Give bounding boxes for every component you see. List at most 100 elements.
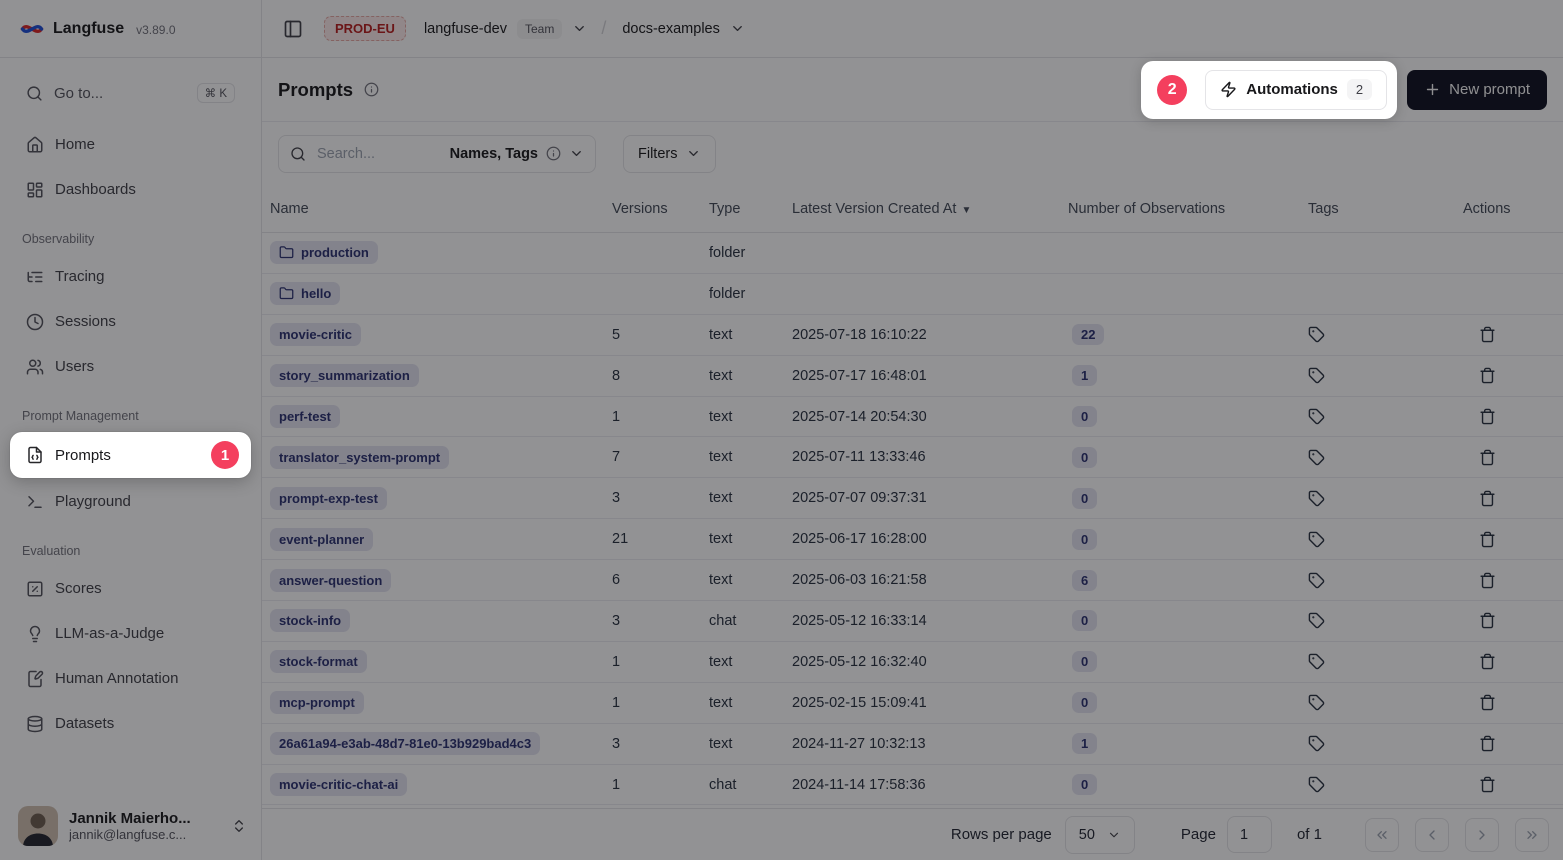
column-header-name[interactable]: Name: [262, 201, 604, 217]
sidebar-item-home[interactable]: Home: [0, 122, 261, 167]
tags-cell: [1300, 490, 1455, 507]
new-prompt-button[interactable]: New prompt: [1407, 70, 1547, 110]
org-name[interactable]: langfuse-dev: [424, 21, 507, 37]
prompt-link[interactable]: answer-question: [270, 569, 391, 592]
sidebar-item-prompts[interactable]: Prompts1: [10, 432, 251, 478]
filters-button[interactable]: Filters: [623, 135, 716, 173]
tag-icon[interactable]: [1308, 490, 1325, 507]
tag-icon[interactable]: [1308, 735, 1325, 752]
created-at-cell: 2025-05-12 16:33:14: [784, 613, 1060, 629]
tag-icon[interactable]: [1308, 612, 1325, 629]
annotation-step-2-badge: 2: [1157, 75, 1187, 105]
tag-icon[interactable]: [1308, 449, 1325, 466]
tag-icon[interactable]: [1308, 653, 1325, 670]
project-name[interactable]: docs-examples: [622, 21, 720, 37]
created-at-cell: 2025-02-15 15:09:41: [784, 695, 1060, 711]
column-header-tags[interactable]: Tags: [1300, 201, 1455, 217]
prompt-link[interactable]: event-planner: [270, 528, 373, 551]
column-header-latest-version-created-at[interactable]: Latest Version Created At▼: [784, 201, 1060, 217]
rows-per-page-select[interactable]: 50: [1065, 816, 1135, 854]
prompt-link[interactable]: perf-test: [270, 405, 340, 428]
page-number-input[interactable]: [1227, 816, 1272, 853]
name-cell: answer-question: [262, 569, 604, 592]
trash-icon[interactable]: [1479, 490, 1496, 507]
trash-icon[interactable]: [1479, 326, 1496, 343]
prompt-link[interactable]: movie-critic: [270, 323, 361, 346]
prompt-link[interactable]: translator_system-prompt: [270, 446, 449, 469]
tag-icon[interactable]: [1308, 408, 1325, 425]
sidebar-item-dashboards[interactable]: Dashboards: [0, 167, 261, 212]
sidebar-toggle-button[interactable]: [278, 14, 308, 44]
trash-icon[interactable]: [1479, 694, 1496, 711]
sidebar-item-llm-as-a-judge[interactable]: LLM-as-a-Judge: [0, 611, 261, 656]
folder-icon: [279, 286, 294, 301]
sidebar-item-playground[interactable]: Playground: [0, 479, 261, 524]
sidebar-item-human-annotation[interactable]: Human Annotation: [0, 656, 261, 701]
name-cell: event-planner: [262, 528, 604, 551]
prompt-link[interactable]: 26a61a94-e3ab-48d7-81e0-13b929bad4c3: [270, 732, 540, 755]
sidebar-item-tracing[interactable]: Tracing: [0, 254, 261, 299]
automations-button[interactable]: Automations 2: [1205, 70, 1387, 110]
trash-icon[interactable]: [1479, 572, 1496, 589]
actions-cell: [1455, 326, 1563, 343]
search-scope-select[interactable]: Names, Tags: [450, 146, 584, 162]
prompt-link[interactable]: stock-info: [270, 609, 350, 632]
automations-count-badge: 2: [1347, 79, 1372, 100]
folder-link[interactable]: production: [270, 241, 378, 264]
search-input[interactable]: [315, 145, 441, 163]
prompt-link[interactable]: story_summarization: [270, 364, 419, 387]
goto-search[interactable]: Go to... ⌘ K: [10, 74, 251, 112]
prompt-link[interactable]: mcp-prompt: [270, 691, 364, 714]
tag-icon[interactable]: [1308, 531, 1325, 548]
environment-badge[interactable]: PROD-EU: [324, 16, 406, 41]
sidebar-item-datasets[interactable]: Datasets: [0, 701, 261, 746]
prompt-name: translator_system-prompt: [279, 450, 440, 465]
prompt-name: answer-question: [279, 573, 382, 588]
sidebar-item-sessions[interactable]: Sessions: [0, 299, 261, 344]
trash-icon[interactable]: [1479, 449, 1496, 466]
info-icon[interactable]: [364, 82, 379, 97]
tag-icon[interactable]: [1308, 367, 1325, 384]
user-email: jannik@langfuse.c...: [69, 827, 220, 842]
prompt-link[interactable]: prompt-exp-test: [270, 487, 387, 510]
trash-icon[interactable]: [1479, 653, 1496, 670]
playground-icon: [26, 493, 44, 511]
brand-row: Langfuse v3.89.0: [0, 0, 261, 58]
sort-desc-indicator: ▼: [961, 205, 971, 216]
trash-icon[interactable]: [1479, 367, 1496, 384]
tag-icon[interactable]: [1308, 572, 1325, 589]
tag-icon[interactable]: [1308, 694, 1325, 711]
tag-icon[interactable]: [1308, 326, 1325, 343]
folder-link[interactable]: hello: [270, 282, 340, 305]
trash-icon[interactable]: [1479, 735, 1496, 752]
user-menu[interactable]: Jannik Maierho... jannik@langfuse.c...: [0, 794, 261, 860]
sidebar-item-scores[interactable]: Scores: [0, 566, 261, 611]
column-header-type[interactable]: Type: [701, 201, 784, 217]
created-at-cell: 2025-07-14 20:54:30: [784, 409, 1060, 425]
prompt-link[interactable]: stock-format: [270, 650, 367, 673]
last-page-button[interactable]: [1515, 818, 1549, 852]
column-header-versions[interactable]: Versions: [604, 201, 701, 217]
next-page-button[interactable]: [1465, 818, 1499, 852]
sidebar-item-users[interactable]: Users: [0, 344, 261, 389]
trash-icon[interactable]: [1479, 531, 1496, 548]
project-chevron-down-icon[interactable]: [730, 21, 745, 36]
versions-cell: 6: [604, 572, 701, 588]
prompt-link[interactable]: movie-critic-chat-ai: [270, 773, 407, 796]
org-chevron-down-icon[interactable]: [572, 21, 587, 36]
name-cell: 26a61a94-e3ab-48d7-81e0-13b929bad4c3: [262, 732, 604, 755]
trash-icon[interactable]: [1479, 776, 1496, 793]
previous-page-button[interactable]: [1415, 818, 1449, 852]
column-label: Versions: [612, 201, 668, 217]
trash-icon[interactable]: [1479, 612, 1496, 629]
observations-count-badge: 0: [1072, 774, 1097, 795]
tag-icon[interactable]: [1308, 776, 1325, 793]
trash-icon[interactable]: [1479, 408, 1496, 425]
tags-cell: [1300, 449, 1455, 466]
shortcut-kbd: ⌘ K: [197, 83, 235, 103]
first-page-button[interactable]: [1365, 818, 1399, 852]
org-role-badge: Team: [517, 19, 562, 39]
column-header-number-of-observations[interactable]: Number of Observations: [1060, 201, 1300, 217]
table-row: productionfolder: [262, 233, 1563, 274]
column-header-actions[interactable]: Actions: [1455, 201, 1563, 217]
